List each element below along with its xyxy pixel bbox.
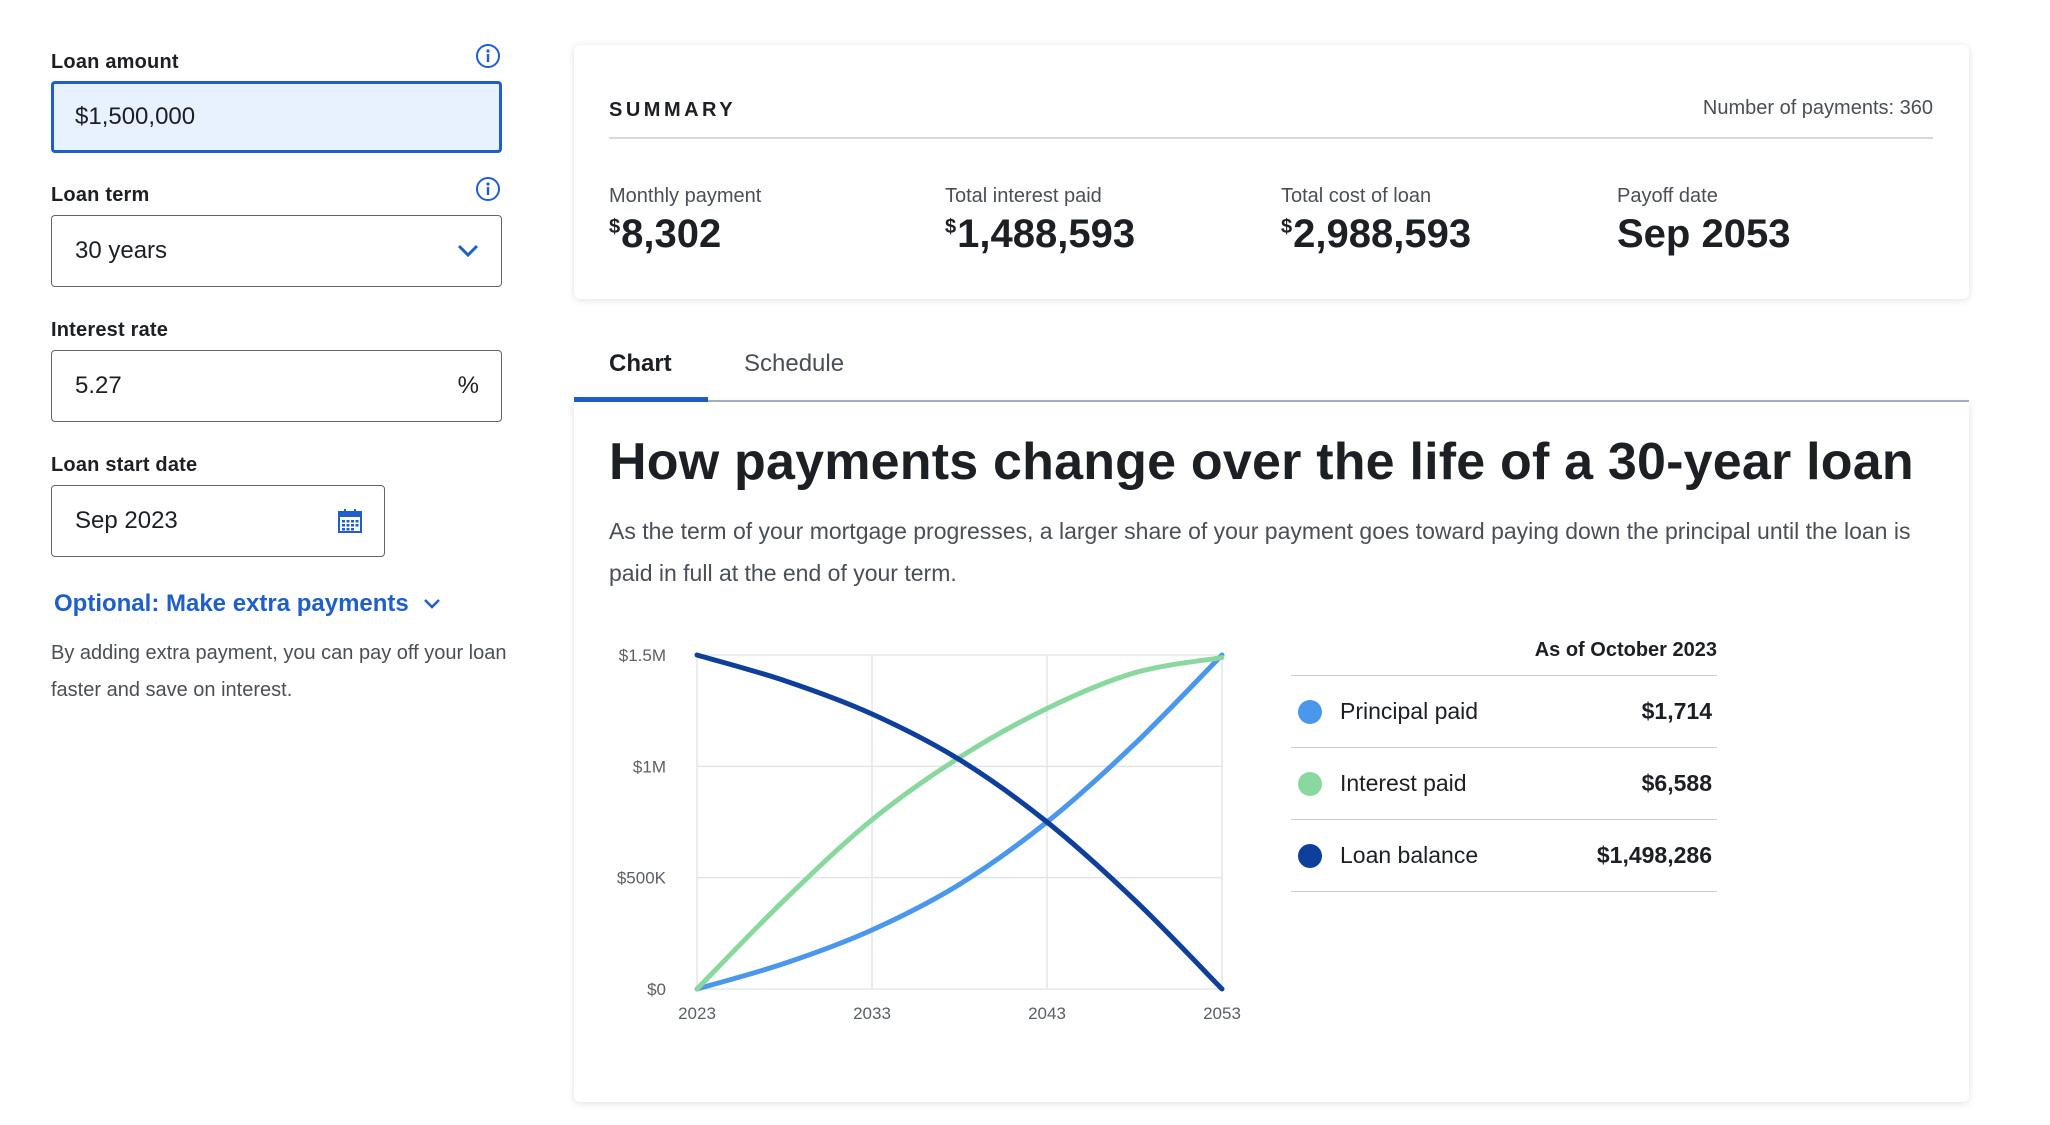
legend-name: Principal paid (1340, 698, 1479, 724)
legend-name: Loan balance (1340, 842, 1479, 868)
loan-start-date-input[interactable]: Sep 2023 (51, 485, 385, 557)
loan-amount-input[interactable]: $1,500,000 (51, 81, 502, 153)
loan-amount-value: $1,500,000 (75, 103, 196, 130)
legend-amount: $1,714 (1641, 698, 1712, 724)
stat-label: Total interest paid (945, 185, 1102, 207)
loan-start-date-value: Sep 2023 (75, 507, 178, 534)
info-icon[interactable] (475, 176, 501, 202)
stat-value: Sep 2053 (1617, 212, 1790, 257)
stat-number: 8,302 (621, 212, 722, 256)
chart-card: How payments change over the life of a 3… (574, 402, 1969, 1102)
y-tick-label: $0 (647, 980, 666, 999)
extra-payments-link-label: Optional: Make extra payments (54, 590, 409, 617)
stat-number: Sep 2053 (1617, 212, 1791, 256)
currency-symbol: $ (609, 216, 621, 238)
stat-label: Payoff date (1617, 185, 1718, 207)
amortization-chart: $0 $500K $1M $1.5M 2023 2033 2043 2053 (617, 646, 1241, 1023)
extra-payments-description: By adding extra payment, you can pay off… (51, 642, 507, 701)
view-tabs: Chart Schedule (574, 338, 1969, 403)
currency-symbol: $ (945, 216, 957, 238)
principal-dot (1298, 699, 1322, 724)
chevron-down-icon (457, 244, 479, 258)
y-tick-label: $1M (633, 757, 666, 776)
legend-row-principal: Principal paid $1,714 (1291, 676, 1717, 748)
series-line-loan-balance (694, 652, 1225, 992)
interest-rate-value: 5.27 (75, 372, 122, 399)
x-tick-label: 2023 (678, 1004, 716, 1023)
legend-row-balance: Loan balance $1,498,286 (1291, 820, 1717, 892)
interest-rate-input[interactable]: 5.27 % (51, 350, 502, 422)
x-tick-label: 2033 (853, 1004, 891, 1023)
stat-number: 2,988,593 (1293, 212, 1472, 256)
loan-term-select[interactable]: 30 years (51, 215, 502, 287)
loan-term-label: Loan term (51, 184, 150, 206)
loan-term-value: 30 years (75, 237, 168, 264)
y-tick-label: $1.5M (619, 646, 666, 665)
summary-title: SUMMARY (609, 99, 737, 121)
as-of-date: As of October 2023 (1291, 630, 1717, 676)
chevron-down-icon (423, 599, 440, 609)
series-line-interest-paid (694, 655, 1225, 992)
stat-total-interest: Total interest paid $1,488,593 (945, 185, 1135, 257)
stat-total-cost: Total cost of loan $2,988,593 (1281, 185, 1471, 257)
stat-value: $2,988,593 (1281, 212, 1471, 257)
stat-label: Monthly payment (609, 185, 762, 207)
stat-value: $1,488,593 (945, 212, 1135, 257)
tab-schedule[interactable]: Schedule (744, 350, 844, 378)
info-icon[interactable] (475, 43, 501, 69)
x-tick-label: 2043 (1028, 1004, 1066, 1023)
stat-value: $8,302 (609, 212, 761, 257)
y-tick-label: $500K (617, 869, 667, 888)
legend-amount: $1,498,286 (1596, 842, 1712, 868)
percent-suffix: % (457, 372, 479, 399)
summary-card: SUMMARY Number of payments: 360 Monthly … (574, 45, 1969, 299)
extra-payments-toggle[interactable]: Optional: Make extra payments (54, 590, 441, 618)
payments-count: Number of payments: 360 (1702, 97, 1933, 119)
tab-chart[interactable]: Chart (609, 350, 672, 378)
loan-amount-label: Loan amount (51, 51, 179, 73)
calendar-icon[interactable] (336, 507, 364, 535)
interest-dot (1298, 771, 1322, 796)
stat-monthly-payment: Monthly payment $8,302 (609, 185, 761, 257)
interest-rate-label: Interest rate (51, 319, 169, 341)
chart-legend-table: As of October 2023 Principal paid $1,714… (1291, 630, 1717, 892)
x-tick-label: 2053 (1203, 1004, 1241, 1023)
legend-row-interest: Interest paid $6,588 (1291, 748, 1717, 820)
legend-name: Interest paid (1340, 770, 1467, 796)
currency-symbol: $ (1281, 216, 1293, 238)
legend-amount: $6,588 (1641, 770, 1712, 796)
stat-payoff-date: Payoff date Sep 2053 (1617, 185, 1790, 257)
stat-number: 1,488,593 (957, 212, 1136, 256)
stat-label: Total cost of loan (1281, 185, 1432, 207)
divider (609, 137, 1933, 139)
series-line-principal-paid (694, 652, 1225, 992)
loan-start-date-label: Loan start date (51, 454, 198, 476)
balance-dot (1298, 843, 1322, 868)
